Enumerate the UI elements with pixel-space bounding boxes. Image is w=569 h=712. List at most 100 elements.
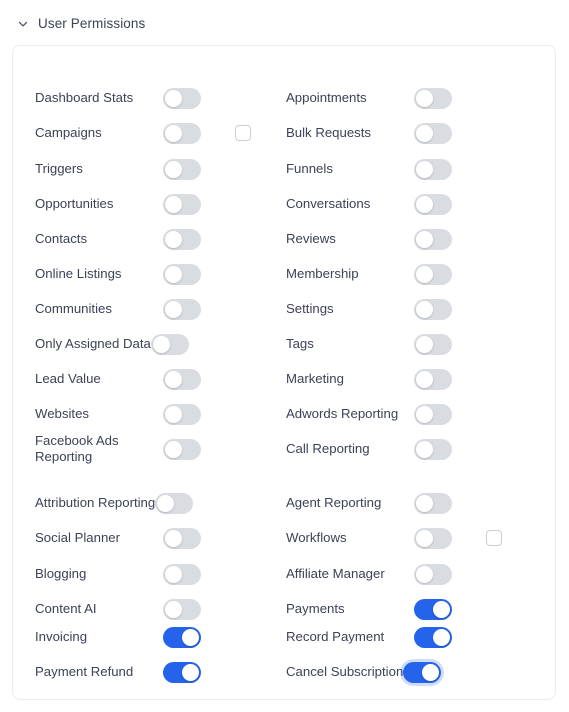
toggle-knob	[416, 405, 433, 423]
toggle-affiliate-manager[interactable]	[414, 563, 452, 585]
permission-label: Cancel Subscription	[286, 664, 404, 679]
permission-row-triggers: Triggers	[35, 157, 201, 181]
permission-label-slot: Content AI	[35, 601, 163, 617]
permission-label-slot: Dashboard Stats	[35, 90, 163, 106]
toggle-social-planner[interactable]	[163, 527, 201, 549]
permission-label: Workflows	[286, 530, 347, 545]
permission-row-dashboard-stats: Dashboard Stats	[35, 86, 201, 110]
permission-label-slot: Conversations	[286, 196, 414, 212]
permission-label: Tags	[286, 336, 314, 351]
checkbox-campaigns[interactable]	[235, 125, 251, 141]
permission-label: Websites	[35, 406, 89, 421]
permission-label: Lead Value	[35, 371, 101, 386]
toggle-adwords-reporting[interactable]	[414, 403, 452, 425]
permission-row-lead-value: Lead Value	[35, 367, 201, 391]
permission-label: Attribution Reporting	[35, 495, 156, 510]
toggle-conversations[interactable]	[414, 193, 452, 215]
toggle-knob	[165, 600, 182, 618]
toggle-cancel-subscription[interactable]	[403, 661, 442, 683]
toggle-dashboard-stats[interactable]	[163, 87, 201, 109]
section-header-user-permissions[interactable]: User Permissions	[0, 0, 569, 34]
permission-label-slot: Campaigns	[35, 125, 163, 141]
permission-label-slot: Workflows	[286, 530, 414, 546]
toggle-tags[interactable]	[414, 333, 452, 355]
permission-row-content-ai: Content AI	[35, 597, 201, 621]
toggle-campaigns[interactable]	[163, 122, 201, 144]
toggle-communities[interactable]	[163, 298, 201, 320]
permission-label-slot: Opportunities	[35, 196, 163, 212]
permission-label: Triggers	[35, 161, 83, 176]
toggle-online-listings[interactable]	[163, 263, 201, 285]
permission-label: Payment Refund	[35, 664, 134, 679]
toggle-settings[interactable]	[414, 298, 452, 320]
permission-label-slot: Social Planner	[35, 530, 163, 546]
toggle-triggers[interactable]	[163, 158, 201, 180]
toggle-appointments[interactable]	[414, 87, 452, 109]
toggle-knob	[165, 440, 182, 458]
toggle-payments[interactable]	[414, 598, 452, 620]
toggle-reviews[interactable]	[414, 228, 452, 250]
toggle-content-ai[interactable]	[163, 598, 201, 620]
toggle-knob	[165, 230, 182, 248]
permission-label: Reviews	[286, 231, 336, 246]
toggle-knob	[433, 628, 450, 646]
chevron-down-icon[interactable]	[16, 17, 30, 31]
permission-label-slot: Call Reporting	[286, 441, 414, 457]
permission-row-reviews: Reviews	[286, 227, 452, 251]
toggle-contacts[interactable]	[163, 228, 201, 250]
permission-label-slot: Marketing	[286, 371, 414, 387]
toggle-lead-value[interactable]	[163, 368, 201, 390]
toggle-knob	[165, 370, 182, 388]
checkbox-workflows[interactable]	[486, 530, 502, 546]
toggle-blogging[interactable]	[163, 563, 201, 585]
toggle-attribution-reporting[interactable]	[155, 492, 194, 514]
permission-row-online-listings: Online Listings	[35, 262, 201, 286]
toggle-record-payment[interactable]	[414, 626, 452, 648]
permission-label: Affiliate Manager	[286, 566, 385, 581]
permission-label: Contacts	[35, 231, 88, 246]
toggle-invoicing[interactable]	[163, 626, 201, 648]
permission-label-slot: Appointments	[286, 90, 414, 106]
toggle-agent-reporting[interactable]	[414, 492, 452, 514]
permission-label-slot: Cancel Subscription	[286, 664, 403, 680]
toggle-membership[interactable]	[414, 263, 452, 285]
permission-row-tags: Tags	[286, 332, 452, 356]
permission-label: Dashboard Stats	[35, 90, 134, 105]
permission-row-contacts: Contacts	[35, 227, 201, 251]
permission-label: Only Assigned Data	[35, 336, 151, 351]
toggle-only-assigned-data[interactable]	[150, 333, 189, 355]
toggle-opportunities[interactable]	[163, 193, 201, 215]
permission-row-payment-refund: Payment Refund	[35, 660, 201, 684]
toggle-knob	[416, 195, 433, 213]
permission-label: Call Reporting	[286, 441, 370, 456]
toggle-bulk-requests[interactable]	[414, 122, 452, 144]
toggle-knob	[433, 600, 450, 618]
toggle-knob	[416, 265, 433, 283]
toggle-knob	[165, 529, 182, 547]
permission-label-slot: Facebook Ads Reporting	[35, 433, 163, 465]
toggle-websites[interactable]	[163, 403, 201, 425]
permission-row-workflows: Workflows	[286, 526, 502, 550]
toggle-knob	[182, 663, 199, 681]
toggle-workflows[interactable]	[414, 527, 452, 549]
toggle-call-reporting[interactable]	[414, 438, 452, 460]
toggle-knob	[416, 494, 433, 512]
permission-label-slot: Payments	[286, 601, 414, 617]
toggle-knob	[416, 440, 433, 458]
permission-label-slot: Invoicing	[35, 629, 163, 645]
toggle-payment-refund[interactable]	[163, 661, 201, 683]
permission-row-appointments: Appointments	[286, 86, 452, 110]
toggle-knob	[416, 124, 433, 142]
toggle-knob	[165, 195, 182, 213]
toggle-knob	[165, 565, 182, 583]
permission-label: Adwords Reporting	[286, 406, 399, 421]
permissions-grid: Dashboard Stats Campaigns Triggers Opportun…	[13, 46, 555, 699]
permission-label: Campaigns	[35, 125, 102, 140]
toggle-funnels[interactable]	[414, 158, 452, 180]
permission-row-cancel-subscription: Cancel Subscription	[286, 660, 442, 684]
toggle-facebook-ads-reporting[interactable]	[163, 438, 201, 460]
toggle-knob	[152, 335, 170, 353]
permission-label: Opportunities	[35, 196, 114, 211]
permission-row-invoicing: Invoicing	[35, 625, 201, 649]
toggle-marketing[interactable]	[414, 368, 452, 390]
